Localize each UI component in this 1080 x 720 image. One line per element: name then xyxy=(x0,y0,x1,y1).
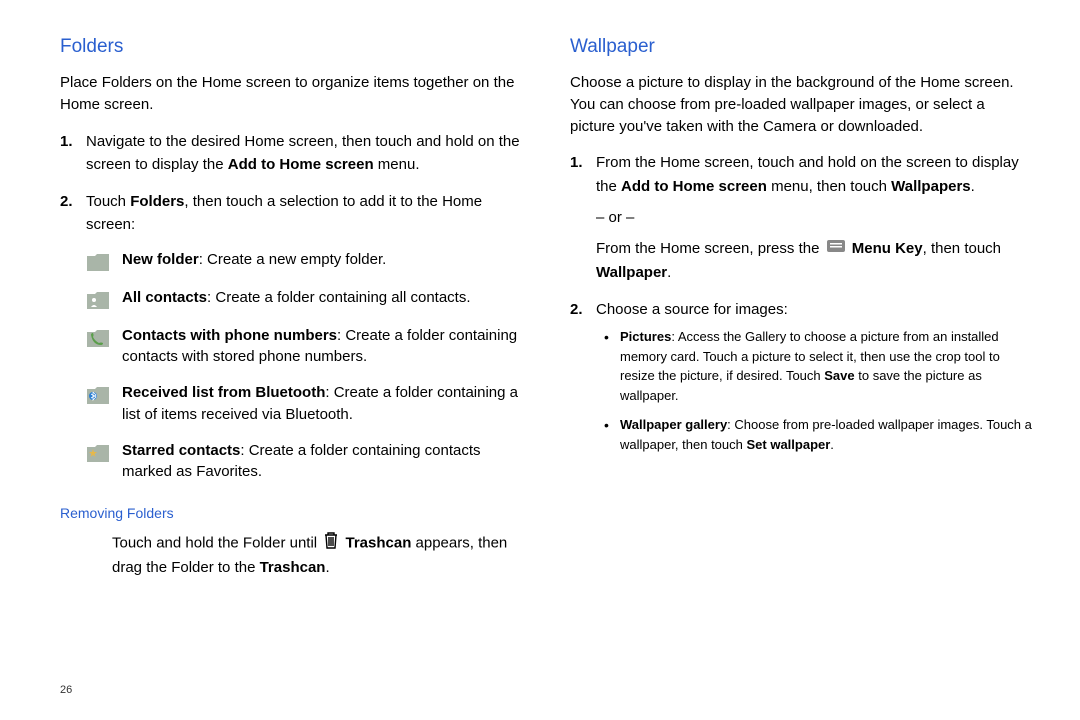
removing-folders-body: Touch and hold the Folder until Trashcan… xyxy=(60,531,522,580)
item-text: Received list from Bluetooth: Create a f… xyxy=(122,382,522,426)
item-text: New folder: Create a new empty folder. xyxy=(122,249,386,271)
step-text: From the Home screen, touch and hold on … xyxy=(596,154,1019,194)
list-item: Pictures: Access the Gallery to choose a… xyxy=(620,327,1032,405)
list-item: Received list from Bluetooth: Create a f… xyxy=(86,382,522,426)
page-number: 26 xyxy=(60,684,72,696)
wallpaper-intro: Choose a picture to display in the backg… xyxy=(570,72,1032,137)
list-item: New folder: Create a new empty folder. xyxy=(86,249,522,273)
list-item: Starred contacts: Create a folder contai… xyxy=(86,440,522,484)
step-1: 1. From the Home screen, touch and hold … xyxy=(596,151,1032,284)
step-number: 1. xyxy=(570,151,583,174)
removing-folders-heading: Removing Folders xyxy=(60,505,522,521)
step-text-alt: From the Home screen, press the Menu Key… xyxy=(596,240,1001,281)
left-column: Folders Place Folders on the Home screen… xyxy=(60,36,522,580)
wallpaper-steps: 1. From the Home screen, touch and hold … xyxy=(570,151,1032,454)
starred-folder-icon xyxy=(86,442,110,464)
step-text: Navigate to the desired Home screen, the… xyxy=(86,133,520,173)
list-item: All contacts: Create a folder containing… xyxy=(86,287,522,311)
folder-icon xyxy=(86,251,110,273)
item-text: Contacts with phone numbers: Create a fo… xyxy=(122,325,522,369)
bluetooth-folder-icon xyxy=(86,384,110,406)
trashcan-icon xyxy=(323,531,339,556)
wallpaper-heading: Wallpaper xyxy=(570,36,1032,58)
phone-contacts-folder-icon xyxy=(86,327,110,349)
page-columns: Folders Place Folders on the Home screen… xyxy=(60,36,1032,580)
list-item: Wallpaper gallery: Choose from pre-loade… xyxy=(620,415,1032,454)
folders-intro: Place Folders on the Home screen to orga… xyxy=(60,72,522,116)
folder-options-list: New folder: Create a new empty folder. A… xyxy=(86,249,522,484)
list-item: Contacts with phone numbers: Create a fo… xyxy=(86,325,522,369)
step-number: 2. xyxy=(570,298,583,321)
step-number: 1. xyxy=(60,130,73,153)
step-text: Choose a source for images: xyxy=(596,301,788,318)
step-2: 2. Choose a source for images: Pictures:… xyxy=(596,298,1032,454)
right-column: Wallpaper Choose a picture to display in… xyxy=(570,36,1032,580)
step-2: 2. Touch Folders, then touch a selection… xyxy=(86,190,522,483)
menu-key-icon xyxy=(826,237,846,260)
image-sources-list: Pictures: Access the Gallery to choose a… xyxy=(596,327,1032,454)
step-number: 2. xyxy=(60,190,73,213)
item-text: All contacts: Create a folder containing… xyxy=(122,287,471,309)
or-divider: – or – xyxy=(596,206,1032,229)
step-text: Touch Folders, then touch a selection to… xyxy=(86,193,482,233)
contacts-folder-icon xyxy=(86,289,110,311)
step-1: 1. Navigate to the desired Home screen, … xyxy=(86,130,522,177)
folders-steps: 1. Navigate to the desired Home screen, … xyxy=(60,130,522,484)
folders-heading: Folders xyxy=(60,36,522,58)
item-text: Starred contacts: Create a folder contai… xyxy=(122,440,522,484)
